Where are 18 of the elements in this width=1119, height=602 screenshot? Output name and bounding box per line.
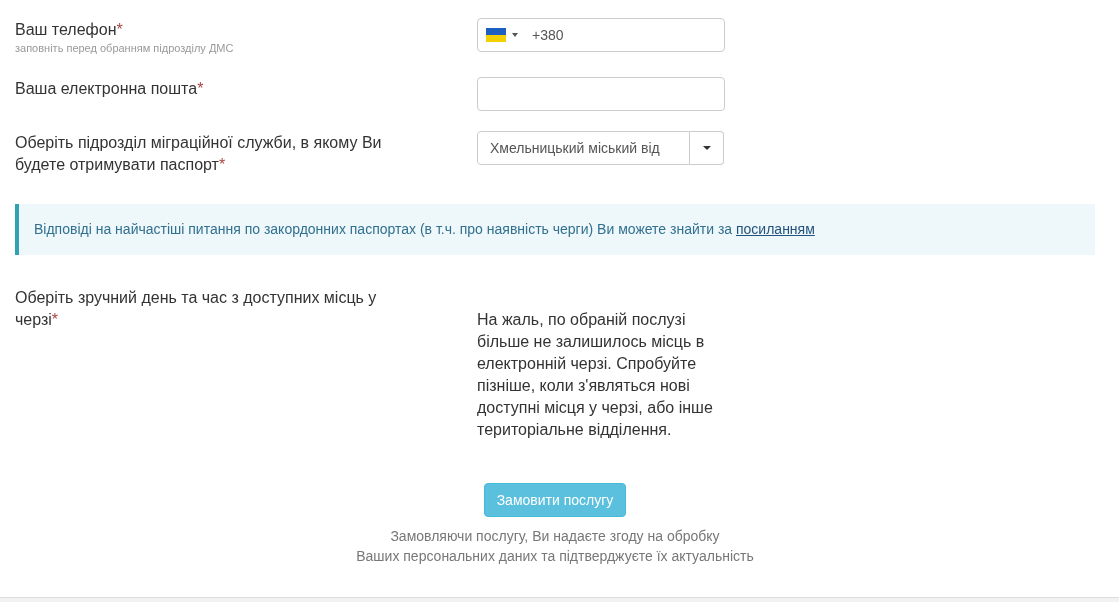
alert-text: Відповіді на найчастіші питання по закордонних паспортах (в т.ч. про наявність черги) Ви можете знайти за посиланням bbox=[34, 220, 815, 239]
caret-icon bbox=[512, 33, 518, 37]
select-field[interactable]: Хмельницький міський від bbox=[477, 131, 691, 165]
dropdown-button[interactable] bbox=[690, 131, 724, 165]
field-label: Ваш телефон* bbox=[15, 20, 124, 40]
no-slots-message: На жаль, по обраній послузі більше не залишилось місць в електронній черзі. Спробуйте пізніше, коли з'являться нові доступні місця у черзі, або інше територіальне відділення. bbox=[477, 310, 714, 440]
consent-text: Замовляючи послугу, Ви надаєте згоду на обробку bbox=[390, 527, 720, 546]
phone-field[interactable]: +380 bbox=[477, 18, 725, 52]
field-hint: заповніть перед обранням підрозділу ДМС bbox=[15, 41, 235, 55]
flag-icon bbox=[486, 28, 506, 42]
phone-value: +380 bbox=[532, 25, 564, 45]
email-field[interactable] bbox=[477, 77, 725, 111]
field-label: Ваша електронна пошта* bbox=[15, 79, 205, 99]
field-label: Оберіть зручний день та час з доступних місць у черзі* bbox=[15, 288, 378, 330]
field-label: Оберіть підрозділ міграційної служби, в якому Ви будете отримувати паспорт* bbox=[15, 133, 383, 175]
consent-text: Ваших персональних даних та підтверджуєте їх актуальність bbox=[356, 547, 754, 566]
faq-link[interactable]: посиланням bbox=[736, 221, 815, 237]
caret-icon bbox=[702, 146, 711, 150]
